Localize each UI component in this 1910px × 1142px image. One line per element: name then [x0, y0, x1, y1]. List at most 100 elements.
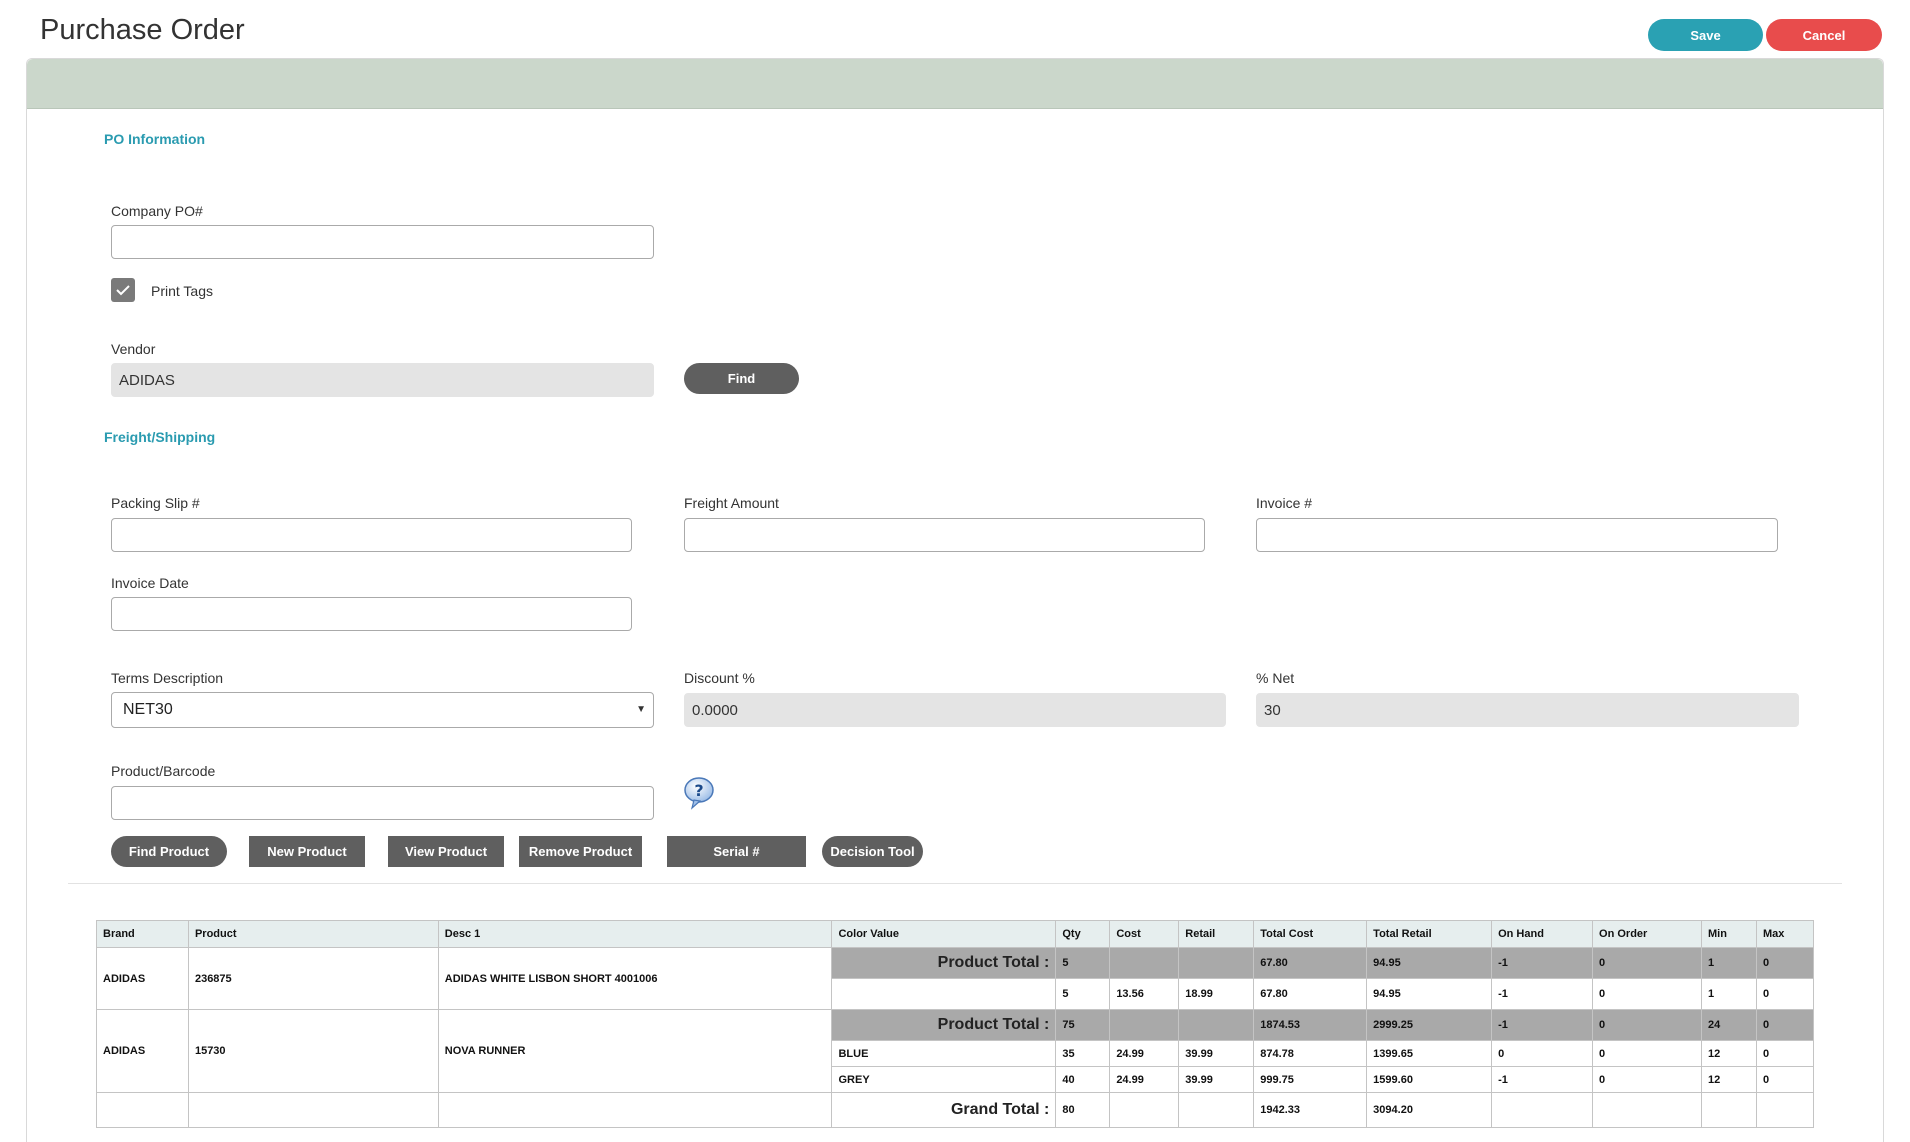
cell-qty: 75 [1055, 1009, 1111, 1041]
packing-slip-input[interactable] [111, 518, 632, 552]
column-header-max[interactable]: Max [1755, 920, 1815, 948]
divider [68, 883, 1842, 884]
cell-on-hand: -1 [1491, 1009, 1594, 1041]
cell-empty [1700, 1092, 1757, 1128]
column-header-qty[interactable]: Qty [1055, 920, 1111, 948]
save-button[interactable]: Save [1648, 19, 1763, 51]
cell-max: 0 [1755, 1040, 1815, 1067]
cell-empty [1109, 1092, 1180, 1128]
cancel-button[interactable]: Cancel [1766, 19, 1882, 51]
cell-total-retail: 1599.60 [1366, 1066, 1493, 1093]
product-total-label: Product Total : [831, 1009, 1057, 1041]
cell-color-value: GREY [831, 1066, 1057, 1093]
cell-total-cost: 999.75 [1253, 1066, 1368, 1093]
cell-cost [1109, 947, 1180, 979]
cell-retail: 39.99 [1178, 1066, 1255, 1093]
cell-empty [1592, 1092, 1702, 1128]
cell-color-value: BLUE [831, 1040, 1057, 1067]
cell-cost [1109, 1009, 1180, 1041]
column-header-min[interactable]: Min [1700, 920, 1757, 948]
find-product-button[interactable]: Find Product [111, 836, 227, 867]
product-total-row[interactable]: ADIDAS 15730 NOVA RUNNER Product Total :… [96, 1009, 1815, 1093]
column-header-brand[interactable]: Brand [96, 920, 189, 948]
cell-empty [1491, 1092, 1594, 1128]
decision-tool-button[interactable]: Decision Tool [822, 836, 923, 867]
grand-total-label: Grand Total : [831, 1092, 1057, 1128]
vendor-label: Vendor [111, 341, 156, 357]
invoice-date-input[interactable] [111, 597, 632, 631]
table-header-row: Brand Product Desc 1 Color Value Qty Cos… [96, 920, 1815, 948]
percent-net-input[interactable] [1256, 693, 1799, 727]
cell-qty: 35 [1055, 1040, 1111, 1067]
checkmark-icon [116, 285, 130, 296]
cell-qty: 5 [1055, 947, 1111, 979]
cell-empty [1755, 1092, 1815, 1128]
cell-empty [437, 1092, 833, 1128]
column-header-retail[interactable]: Retail [1178, 920, 1255, 948]
top-bar: Purchase Order Save Cancel [0, 0, 1910, 58]
column-header-on-order[interactable]: On Order [1592, 920, 1702, 948]
vendor-input[interactable] [111, 363, 654, 397]
cell-min: 24 [1700, 1009, 1757, 1041]
product-barcode-input[interactable] [111, 786, 654, 820]
invoice-number-label: Invoice # [1256, 495, 1313, 511]
cell-empty [96, 1092, 189, 1128]
page-title: Purchase Order [40, 14, 245, 46]
cell-desc: ADIDAS WHITE LISBON SHORT 4001006 [437, 947, 833, 1010]
column-header-product[interactable]: Product [187, 920, 439, 948]
terms-description-select[interactable]: NET30 ▼ [111, 692, 654, 728]
view-product-button[interactable]: View Product [388, 836, 504, 867]
cell-total-cost: 874.78 [1253, 1040, 1368, 1067]
cell-on-order: 0 [1592, 978, 1702, 1010]
cell-empty [1178, 1092, 1255, 1128]
cell-qty: 40 [1055, 1066, 1111, 1093]
grand-total-qty: 80 [1055, 1092, 1111, 1128]
print-tags-checkbox[interactable] [111, 278, 135, 302]
grand-total-cost: 1942.33 [1253, 1092, 1368, 1128]
cell-on-hand: 0 [1491, 1040, 1594, 1067]
column-header-on-hand[interactable]: On Hand [1491, 920, 1594, 948]
cell-empty [187, 1092, 439, 1128]
column-header-total-cost[interactable]: Total Cost [1253, 920, 1368, 948]
cell-min: 1 [1700, 978, 1757, 1010]
discount-percent-label: Discount % [684, 670, 755, 686]
cell-max: 0 [1755, 1066, 1815, 1093]
new-product-button[interactable]: New Product [249, 836, 365, 867]
remove-product-button[interactable]: Remove Product [519, 836, 642, 867]
cell-total-retail: 94.95 [1366, 947, 1493, 979]
cell-total-retail: 94.95 [1366, 978, 1493, 1010]
freight-amount-input[interactable] [684, 518, 1205, 552]
product-total-label: Product Total : [831, 947, 1057, 979]
vendor-find-button[interactable]: Find [684, 363, 799, 394]
column-header-desc[interactable]: Desc 1 [437, 920, 833, 948]
cell-desc: NOVA RUNNER [437, 1009, 833, 1093]
cell-total-cost: 67.80 [1253, 947, 1368, 979]
cell-retail [1178, 1009, 1255, 1041]
cell-cost: 24.99 [1109, 1066, 1180, 1093]
discount-percent-input[interactable] [684, 693, 1226, 727]
column-header-total-retail[interactable]: Total Retail [1366, 920, 1493, 948]
cell-on-hand: -1 [1491, 1066, 1594, 1093]
cell-total-cost: 1874.53 [1253, 1009, 1368, 1041]
cell-retail: 18.99 [1178, 978, 1255, 1010]
invoice-date-label: Invoice Date [111, 575, 189, 591]
column-header-cost[interactable]: Cost [1109, 920, 1180, 948]
cell-total-cost: 67.80 [1253, 978, 1368, 1010]
product-total-row[interactable]: ADIDAS 236875 ADIDAS WHITE LISBON SHORT … [96, 947, 1815, 1010]
company-po-input[interactable] [111, 225, 654, 259]
cell-max: 0 [1755, 1009, 1815, 1041]
invoice-number-input[interactable] [1256, 518, 1778, 552]
cell-min: 12 [1700, 1040, 1757, 1067]
cell-brand: ADIDAS [96, 947, 189, 1010]
panel-header [27, 59, 1883, 109]
cell-cost: 24.99 [1109, 1040, 1180, 1067]
cell-product: 236875 [187, 947, 439, 1010]
column-header-color-value[interactable]: Color Value [831, 920, 1057, 948]
percent-net-label: % Net [1256, 670, 1295, 686]
help-question-icon[interactable]: ? [683, 776, 717, 810]
serial-number-button[interactable]: Serial # [667, 836, 806, 867]
cell-total-retail: 1399.65 [1366, 1040, 1493, 1067]
cell-on-hand: -1 [1491, 978, 1594, 1010]
cell-color-value [831, 978, 1057, 1010]
cell-brand: ADIDAS [96, 1009, 189, 1093]
